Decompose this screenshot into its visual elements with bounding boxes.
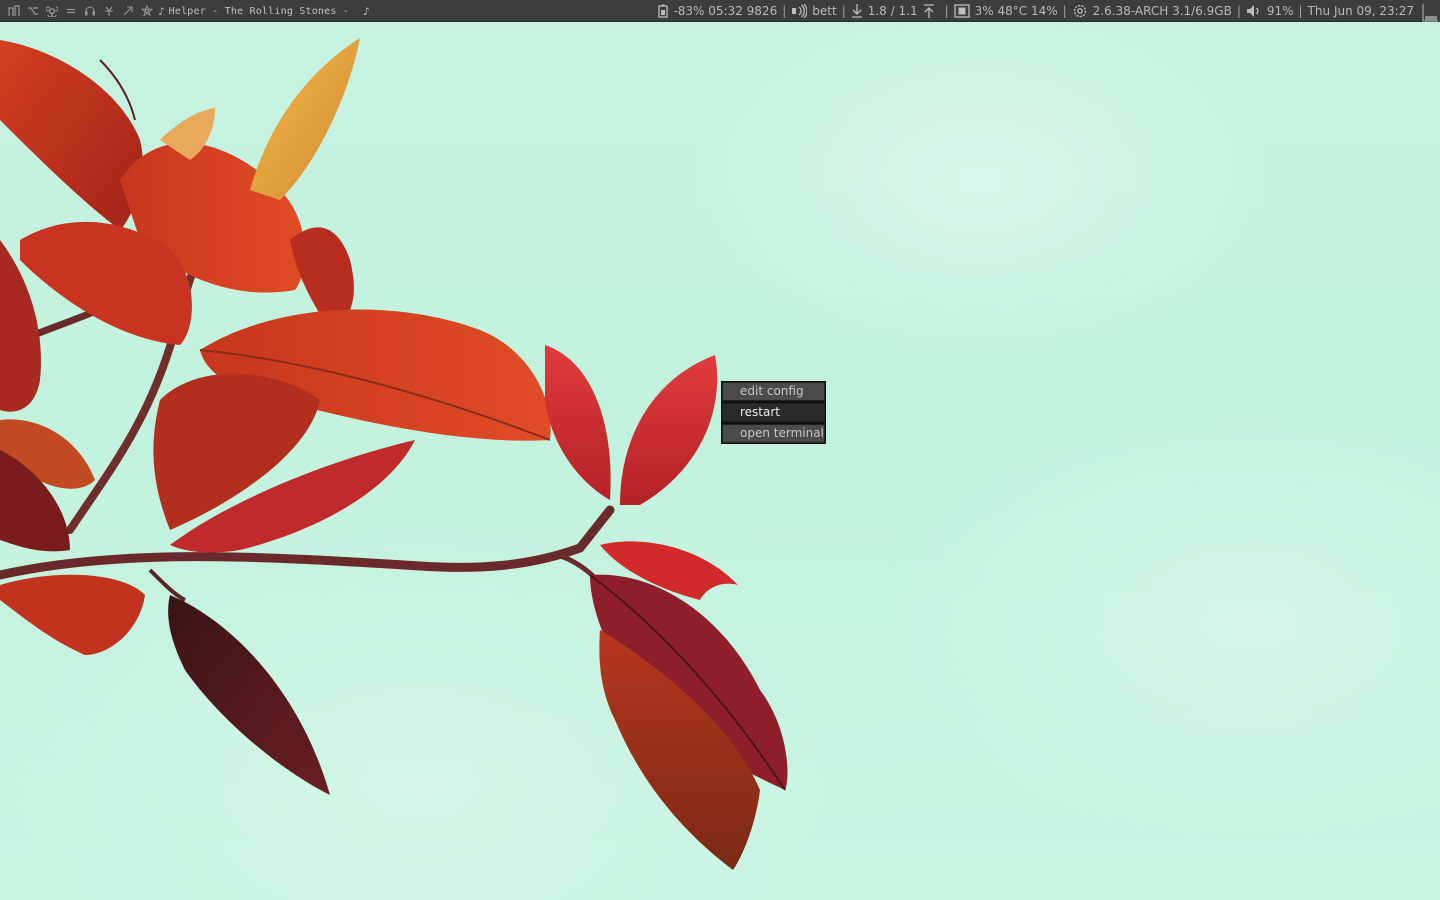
- separator: |: [1298, 4, 1303, 18]
- wifi-widget: bett: [791, 4, 837, 18]
- wm-context-menu: edit config restart open terminal: [721, 381, 826, 444]
- asterisk-icon[interactable]: [99, 0, 118, 22]
- music-note-end-icon: ♪: [363, 4, 370, 18]
- speaker-icon[interactable]: [1246, 4, 1262, 18]
- branch-icon[interactable]: [23, 0, 42, 22]
- system-widget: 2.6.38-ARCH 3.1/6.9GB: [1072, 3, 1232, 19]
- volume-level[interactable]: 91%: [1267, 4, 1294, 18]
- floating-layout-icon[interactable]: [1420, 0, 1440, 22]
- separator: |: [944, 4, 949, 18]
- battery-widget: -83% 05:32 9826: [658, 4, 777, 18]
- tile-layout-icon[interactable]: [4, 0, 23, 22]
- separator: |: [841, 4, 846, 18]
- volume-widget: 91%: [1246, 4, 1294, 18]
- menu-item-edit-config[interactable]: edit config: [722, 382, 825, 401]
- cpu-widget: 3% 48°C 14%: [953, 4, 1058, 18]
- cpu-icon: [953, 4, 970, 18]
- network-widget: 1.8 / 1.1: [851, 3, 940, 19]
- kernel-memory: 2.6.38-ARCH 3.1/6.9GB: [1092, 4, 1232, 18]
- tag-list: ♪ Helper - The Rolling Stones - ♪: [4, 0, 370, 22]
- red-leaves-branch-image: [0, 38, 788, 870]
- headphones-icon[interactable]: [80, 0, 99, 22]
- menu-item-restart[interactable]: restart: [722, 403, 825, 422]
- system-info: -83% 05:32 9826 | bett | 1.8 / 1.1 | 3% …: [658, 0, 1440, 22]
- battery-icon: [658, 4, 669, 18]
- wifi-ssid: bett: [812, 4, 837, 18]
- gear-icon: [1072, 3, 1088, 19]
- separator: |: [1062, 4, 1067, 18]
- network-rate: 1.8 / 1.1: [867, 4, 918, 18]
- now-playing-title[interactable]: Helper - The Rolling Stones -: [169, 6, 349, 17]
- clock[interactable]: Thu Jun 09, 23:27: [1308, 4, 1414, 18]
- arrow-up-right-icon[interactable]: [118, 0, 137, 22]
- separator: |: [782, 4, 787, 18]
- wifi-icon: [791, 4, 808, 18]
- menu-item-open-terminal[interactable]: open terminal: [722, 424, 825, 443]
- flower-icon[interactable]: [137, 0, 156, 22]
- equals-icon[interactable]: [61, 0, 80, 22]
- top-status-bar: ♪ Helper - The Rolling Stones - ♪ -83% 0…: [0, 0, 1440, 22]
- music-note-icon: ♪: [158, 4, 165, 18]
- download-icon: [851, 3, 863, 19]
- upload-icon: [923, 3, 935, 19]
- separator: |: [1236, 4, 1241, 18]
- cpu-status: 3% 48°C 14%: [974, 4, 1058, 18]
- desktop-wallpaper: [0, 0, 1440, 900]
- command-icon[interactable]: [42, 0, 61, 22]
- battery-status: -83% 05:32 9826: [673, 4, 778, 18]
